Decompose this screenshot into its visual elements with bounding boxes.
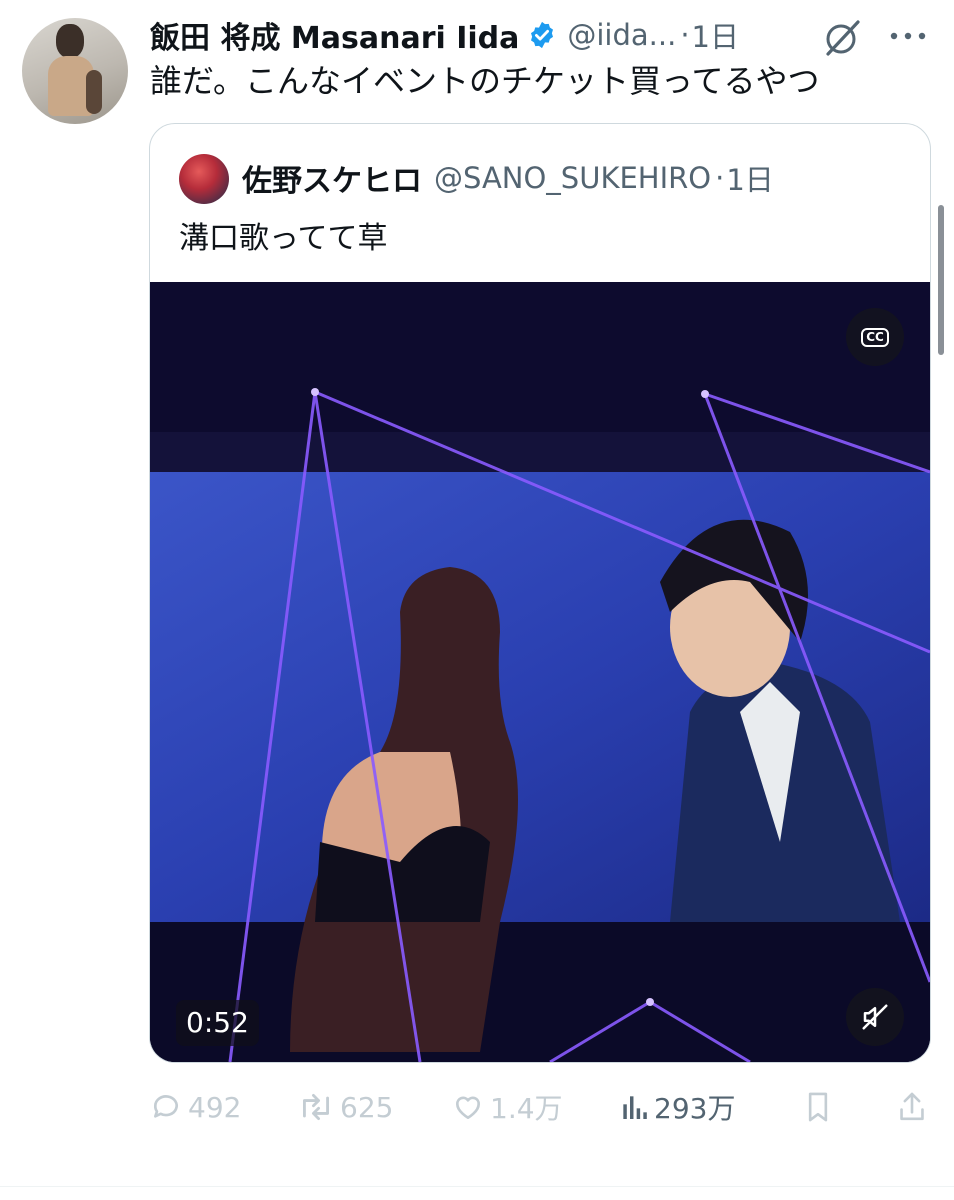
bookmark-icon <box>808 1092 828 1122</box>
quoted-author-handle: @SANO_SUKEHIRO <box>434 161 712 195</box>
grok-icon[interactable] <box>820 16 864 60</box>
video-frame <box>150 282 930 1062</box>
quoted-author-avatar <box>179 154 229 204</box>
like-button[interactable]: 1.4万 <box>452 1082 563 1132</box>
share-button[interactable] <box>896 1082 934 1132</box>
quoted-author-display-name: 佐野スケヒロ <box>242 164 422 199</box>
like-count: 1.4万 <box>490 1092 563 1125</box>
avatar-arm-shape <box>86 70 102 114</box>
quoted-tweet-header: 佐野スケヒロ @SANO_SUKEHIRO · 1日 <box>242 156 774 200</box>
reply-count: 492 <box>188 1090 242 1124</box>
bookmark-button[interactable] <box>802 1082 840 1132</box>
repost-button[interactable]: 625 <box>298 1082 393 1132</box>
quoted-separator-dot: · <box>715 161 725 195</box>
author-handle[interactable]: @iida... <box>567 18 676 52</box>
bottom-divider <box>0 1186 954 1187</box>
quoted-tweet-text: 溝口歌ってて草 <box>179 221 388 256</box>
like-icon <box>456 1096 480 1119</box>
closed-captions-icon: CC <box>861 327 889 347</box>
quoted-tweet-card[interactable]: 佐野スケヒロ @SANO_SUKEHIRO · 1日 溝口歌ってて草 CC 0:… <box>149 123 931 1063</box>
views-count: 293万 <box>654 1092 736 1125</box>
mute-button[interactable] <box>846 988 904 1046</box>
separator-dot: · <box>680 18 690 52</box>
avatar-head-shape <box>56 24 84 58</box>
tweet-text: 誰だ。こんなイベントのチケット買ってるやつ <box>150 62 820 100</box>
mute-icon <box>862 1004 888 1030</box>
reply-button[interactable]: 492 <box>150 1082 241 1132</box>
reply-icon <box>153 1095 178 1118</box>
author-avatar[interactable] <box>22 18 128 124</box>
author-display-name[interactable]: 飯田 将成 Masanari Iida <box>150 13 519 57</box>
quoted-tweet-timestamp: 1日 <box>726 163 774 197</box>
closed-captions-button[interactable]: CC <box>846 308 904 366</box>
repost-count: 625 <box>340 1090 394 1124</box>
tweet-actions-bar: 492 625 1.4万 293万 <box>0 1082 954 1132</box>
scrollbar-thumb[interactable] <box>938 205 944 355</box>
video-player[interactable]: CC 0:52 <box>150 282 930 1062</box>
share-icon <box>900 1092 924 1121</box>
repost-icon <box>303 1094 329 1120</box>
verified-badge-icon <box>527 20 557 50</box>
tweet-header: 飯田 将成 Masanari Iida @iida... · 1日 <box>150 14 739 56</box>
video-duration: 0:52 <box>176 1000 259 1046</box>
views-button[interactable]: 293万 <box>620 1082 735 1132</box>
views-icon <box>623 1096 647 1119</box>
more-icon[interactable] <box>888 28 928 44</box>
tweet-timestamp[interactable]: 1日 <box>692 14 739 56</box>
